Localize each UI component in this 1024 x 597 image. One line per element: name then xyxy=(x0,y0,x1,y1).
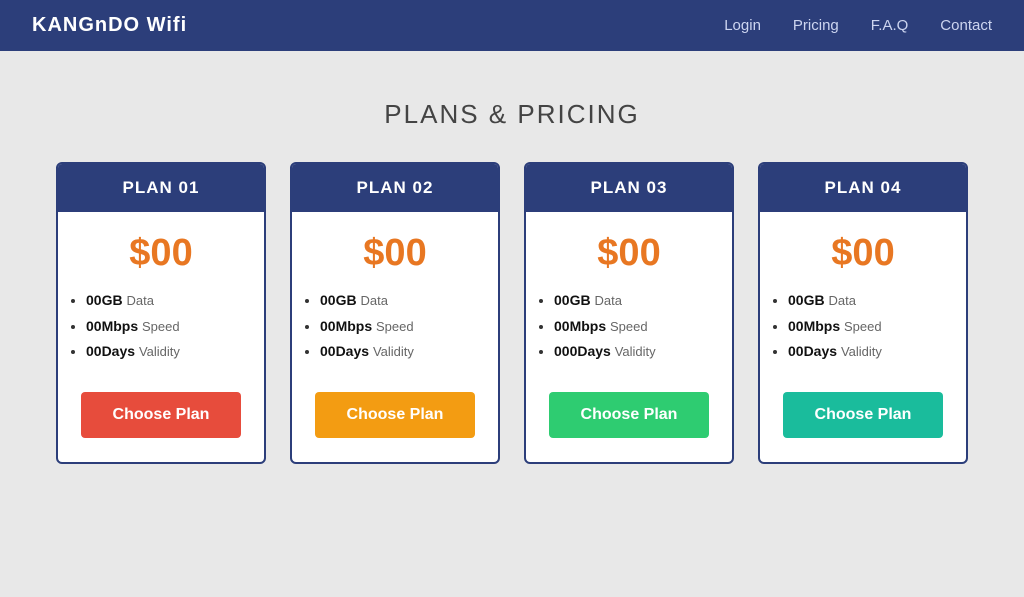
plan-card-3: PLAN 03 $00 00GB Data 00Mbps Speed 000Days V… xyxy=(524,162,734,464)
navbar: KANGnDO Wifi Login Pricing F.A.Q Contact xyxy=(0,0,1024,51)
page-title: PLANS & PRICING xyxy=(0,99,1024,130)
list-item: 00Days Validity xyxy=(320,342,498,362)
nav-pricing[interactable]: Pricing xyxy=(793,17,839,34)
plan-card-1: PLAN 01 $00 00GB Data 00Mbps Speed 00Days Va… xyxy=(56,162,266,464)
plan-features-4: 00GB Data 00Mbps Speed 00Days Validity xyxy=(760,291,966,368)
list-item: 00Days Validity xyxy=(86,342,264,362)
plan-header-1: PLAN 01 xyxy=(58,164,264,212)
list-item: 00GB Data xyxy=(86,291,264,311)
list-item: 000Days Validity xyxy=(554,342,732,362)
list-item: 00Mbps Speed xyxy=(554,317,732,337)
plan-header-2: PLAN 02 xyxy=(292,164,498,212)
plan-price-3: $00 xyxy=(597,232,660,275)
choose-plan-button-1[interactable]: Choose Plan xyxy=(81,392,241,438)
nav-links: Login Pricing F.A.Q Contact xyxy=(724,17,992,34)
plan-card-4: PLAN 04 $00 00GB Data 00Mbps Speed 00Days Va… xyxy=(758,162,968,464)
plans-grid: PLAN 01 $00 00GB Data 00Mbps Speed 00Days Va… xyxy=(0,162,1024,512)
list-item: 00GB Data xyxy=(554,291,732,311)
page-title-wrap: PLANS & PRICING xyxy=(0,51,1024,162)
choose-plan-button-3[interactable]: Choose Plan xyxy=(549,392,709,438)
list-item: 00GB Data xyxy=(320,291,498,311)
plan-features-3: 00GB Data 00Mbps Speed 000Days Validity xyxy=(526,291,732,368)
list-item: 00Days Validity xyxy=(788,342,966,362)
plan-price-1: $00 xyxy=(129,232,192,275)
list-item: 00GB Data xyxy=(788,291,966,311)
plan-header-4: PLAN 04 xyxy=(760,164,966,212)
nav-contact[interactable]: Contact xyxy=(940,17,992,34)
choose-plan-button-2[interactable]: Choose Plan xyxy=(315,392,475,438)
plan-features-1: 00GB Data 00Mbps Speed 00Days Validity xyxy=(58,291,264,368)
plan-features-2: 00GB Data 00Mbps Speed 00Days Validity xyxy=(292,291,498,368)
plan-header-3: PLAN 03 xyxy=(526,164,732,212)
choose-plan-button-4[interactable]: Choose Plan xyxy=(783,392,943,438)
nav-faq[interactable]: F.A.Q xyxy=(871,17,909,34)
list-item: 00Mbps Speed xyxy=(320,317,498,337)
nav-login[interactable]: Login xyxy=(724,17,761,34)
list-item: 00Mbps Speed xyxy=(788,317,966,337)
plan-price-4: $00 xyxy=(831,232,894,275)
plan-card-2: PLAN 02 $00 00GB Data 00Mbps Speed 00Days Va… xyxy=(290,162,500,464)
brand-logo: KANGnDO Wifi xyxy=(32,14,187,37)
list-item: 00Mbps Speed xyxy=(86,317,264,337)
plan-price-2: $00 xyxy=(363,232,426,275)
